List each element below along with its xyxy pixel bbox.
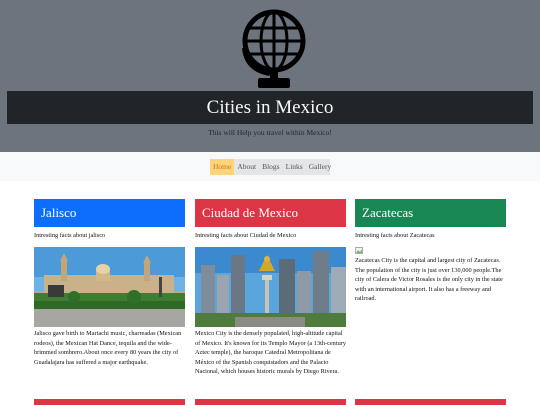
nav-about[interactable]: About bbox=[234, 159, 259, 175]
navbar: Home About Blogs Links Gallery bbox=[0, 152, 540, 181]
card-title-zacatecas: Zacatecas bbox=[355, 199, 506, 227]
next-card-header-1 bbox=[34, 399, 185, 405]
nav-home[interactable]: Home bbox=[210, 159, 235, 175]
cdmx-photo bbox=[195, 247, 346, 327]
nav-links[interactable]: Links bbox=[283, 159, 306, 175]
card-title-cdmx: Ciudad de Mexico bbox=[195, 199, 346, 227]
page-title: Cities in Mexico bbox=[7, 91, 533, 124]
nav-gallery[interactable]: Gallery bbox=[306, 159, 335, 175]
card-facts-jalisco: Intresting facts about jalisco bbox=[34, 232, 106, 239]
broken-image-icon bbox=[355, 247, 363, 254]
card-jalisco: Jalisco Intresting facts about jalisco J… bbox=[34, 199, 185, 367]
card-facts-zacatecas: Intresting facts about Zacatecas bbox=[355, 232, 435, 239]
next-card-header-3 bbox=[355, 399, 506, 405]
card-description-cdmx: Mexico City is the densely populated, hi… bbox=[195, 330, 346, 375]
page-subtitle: This will Help you travel within Mexico! bbox=[208, 128, 332, 137]
next-card-header-2 bbox=[195, 399, 346, 405]
globe-icon bbox=[242, 9, 306, 88]
jalisco-photo bbox=[34, 247, 185, 327]
card-description-zacatecas: Zacatecas City is the capital and larges… bbox=[355, 257, 503, 302]
card-facts-cdmx: Intresting facts about Ciudad de Mexico bbox=[195, 232, 297, 239]
header: Cities in Mexico This will Help you trav… bbox=[0, 0, 540, 152]
nav-menu: Home About Blogs Links Gallery bbox=[210, 159, 331, 175]
card-description-jalisco: Jalisco gave birth to Mariachi music, ch… bbox=[34, 330, 182, 366]
card-zacatecas: Zacatecas Intresting facts about Zacatec… bbox=[355, 199, 506, 304]
nav-blogs[interactable]: Blogs bbox=[259, 159, 283, 175]
card-cdmx: Ciudad de Mexico Intresting facts about … bbox=[195, 199, 346, 377]
card-title-jalisco: Jalisco bbox=[34, 199, 185, 227]
